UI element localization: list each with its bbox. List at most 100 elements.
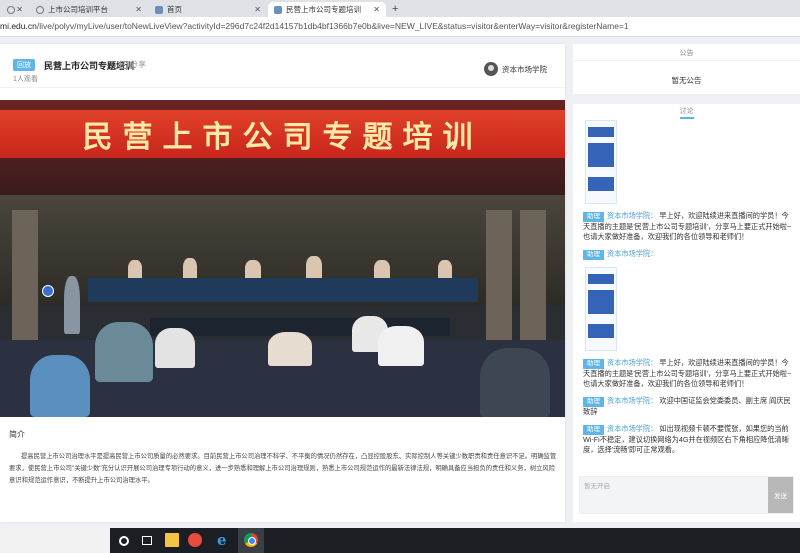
chat-message — [583, 120, 793, 204]
chat-sender[interactable]: 资本市场学院： — [607, 358, 657, 367]
globe-icon — [36, 5, 44, 14]
live-header: 回放 民营上市公司专题培训 分享 1人观看 资本市场学院 — [0, 44, 565, 88]
chat-message: 助理 资本市场学院： 早上好，欢迎陆续进来直播间的学员！今天直播的主题是'民营上市公… — [583, 358, 793, 389]
tab-indicator — [680, 117, 694, 119]
chat-message-line: 助理 资本市场学院： 早上好，欢迎陆续进来直播间的学员！今天直播的主题是'民营上市公… — [583, 211, 793, 242]
cortana-icon[interactable] — [119, 536, 129, 546]
host-name: 资本市场学院 — [502, 64, 547, 74]
browser-tab-active[interactable]: 民营上市公司专题培训 ✕ — [268, 2, 386, 17]
assistant-badge: 助理 — [583, 359, 604, 369]
browser-tab-bar: ✕ 上市公司培训平台 ✕ 首页 ✕ 民营上市公司专题培训 ✕ + — [0, 0, 800, 17]
chat-sender[interactable]: 资本市场学院： — [607, 424, 657, 433]
chat-message-list[interactable]: 助理 资本市场学院： 早上好，欢迎陆续进来直播间的学员！今天直播的主题是'民营上市公… — [583, 120, 793, 476]
share-icon — [120, 60, 128, 69]
document-icon — [274, 5, 282, 14]
audience-member — [64, 276, 80, 334]
chat-composer[interactable]: 暂无开启 发送 — [579, 476, 794, 514]
browser-tab[interactable]: 上市公司培训平台 ✕ — [30, 2, 148, 17]
assistant-badge: 助理 — [583, 212, 604, 222]
audience-member — [95, 322, 153, 382]
chat-message-line: 助理 资本市场学院： 欢迎中国证监会党委委员、副主席 阎庆民致辞 — [583, 396, 793, 417]
assistant-badge: 助理 — [583, 250, 604, 260]
audience-member — [268, 332, 312, 366]
image-content-block — [588, 274, 614, 284]
wall-panel — [486, 210, 512, 350]
send-button[interactable]: 发送 — [768, 477, 793, 513]
viewer-count: 1人观看 — [13, 76, 38, 83]
chat-image[interactable] — [585, 267, 617, 351]
chat-message-line: 助理 资本市场学院： 如出现视频卡顿不要慌张，如果您的当前Wi-Fi不稳定，建议切换… — [583, 424, 793, 455]
rostrum — [88, 278, 478, 302]
avatar — [484, 62, 498, 76]
chat-sender[interactable]: 资本市场学院： — [607, 249, 657, 258]
taskbar-search-box[interactable] — [0, 528, 110, 553]
video-player[interactable]: 民营上市公司专题培训 — [0, 100, 565, 417]
close-icon[interactable]: ✕ — [16, 5, 23, 14]
notice-empty: 暂无公告 — [671, 76, 702, 85]
side-panel: 公告 暂无公告 讨论 助理 资本市场学院： 早上好，欢迎陆续进来直播间的学员！今天直… — [573, 44, 800, 522]
intro-text: 提高民营上市公司治理水平是提高民营上市公司质量的必然要求。目前民营上市公司治理不… — [9, 453, 557, 484]
image-content-block — [588, 324, 614, 338]
intro-section: 简介 提高民营上市公司治理水平是提高民营上市公司质量的必然要求。目前民营上市公司… — [0, 429, 565, 487]
chat-message-line: 助理 资本市场学院： — [583, 249, 793, 260]
audience-member — [30, 355, 90, 417]
official — [128, 260, 142, 280]
host-info[interactable]: 资本市场学院 — [484, 62, 547, 76]
image-content-block — [588, 308, 614, 314]
tab-discussion[interactable]: 讨论 — [573, 106, 800, 116]
chat-message — [583, 267, 793, 351]
close-icon[interactable]: ✕ — [135, 5, 142, 14]
stage-banner: 民营上市公司专题培训 — [0, 110, 565, 158]
live-panel: 回放 民营上市公司专题培训 分享 1人观看 资本市场学院 民营上市公司专题培训 — [0, 44, 565, 522]
audience-member — [155, 328, 195, 368]
assistant-badge: 助理 — [583, 425, 604, 435]
share-button[interactable]: 分享 — [120, 59, 146, 70]
url-text[interactable]: mi.edu.cn/live/polyv/myLive/user/toNewLi… — [0, 21, 629, 31]
browser-tab[interactable]: 首页 ✕ — [149, 2, 267, 17]
url-host: mi.edu.cn — [0, 21, 37, 31]
tab-label: 首页 — [167, 5, 182, 14]
task-view-icon[interactable] — [142, 536, 152, 545]
tab-label: 上市公司培训平台 — [48, 5, 108, 14]
share-label: 分享 — [130, 60, 146, 69]
ie-icon[interactable]: e — [217, 531, 231, 549]
replay-badge: 回放 — [13, 59, 35, 71]
intro-heading: 简介 — [9, 430, 25, 439]
official — [306, 256, 322, 280]
taskbar: e — [0, 528, 800, 553]
chat-image[interactable] — [585, 120, 617, 204]
assistant-badge: 助理 — [583, 397, 604, 407]
notice-heading: 公告 — [679, 50, 694, 57]
close-icon[interactable]: ✕ — [373, 5, 380, 14]
notice-divider — [573, 60, 800, 62]
chat-message-line: 助理 资本市场学院： 早上好，欢迎陆续进来直播间的学员！今天直播的主题是'民营上市公… — [583, 358, 793, 389]
notice-panel: 公告 暂无公告 — [573, 44, 800, 94]
player-logo-icon — [42, 285, 54, 297]
app-icon[interactable] — [188, 533, 202, 547]
wall-panel — [12, 210, 38, 350]
official — [183, 258, 197, 280]
chat-sender[interactable]: 资本市场学院： — [607, 211, 657, 220]
file-explorer-icon[interactable] — [165, 533, 179, 547]
banner-text: 民营上市公司专题培训 — [82, 120, 483, 155]
chat-message: 助理 资本市场学院： 欢迎中国证监会党委委员、副主席 阎庆民致辞 — [583, 396, 793, 417]
image-content-block — [588, 161, 614, 167]
chrome-icon[interactable] — [244, 533, 258, 547]
wall-panel — [520, 210, 546, 350]
official — [245, 260, 261, 280]
image-content-block — [588, 177, 614, 191]
close-icon[interactable]: ✕ — [254, 5, 261, 14]
chat-message: 助理 资本市场学院： 早上好，欢迎陆续进来直播间的学员！今天直播的主题是'民营上市公… — [583, 211, 793, 242]
address-bar[interactable]: mi.edu.cn/live/polyv/myLive/user/toNewLi… — [0, 17, 800, 37]
browser-tab[interactable]: ✕ — [1, 2, 29, 17]
official — [374, 260, 390, 280]
audience-member — [480, 348, 550, 417]
audience-member — [378, 326, 424, 366]
url-path: /live/polyv/myLive/user/toNewLiveView?ac… — [36, 21, 629, 31]
chat-panel: 讨论 助理 资本市场学院： 早上好，欢迎陆续进来直播间的学员！今天直播的主题是'民营… — [573, 104, 800, 522]
globe-icon — [7, 5, 15, 14]
new-tab-button[interactable]: + — [392, 2, 398, 17]
chat-sender[interactable]: 资本市场学院： — [607, 396, 657, 405]
image-content-block — [588, 127, 614, 137]
composer-placeholder: 暂无开启 — [584, 483, 610, 490]
